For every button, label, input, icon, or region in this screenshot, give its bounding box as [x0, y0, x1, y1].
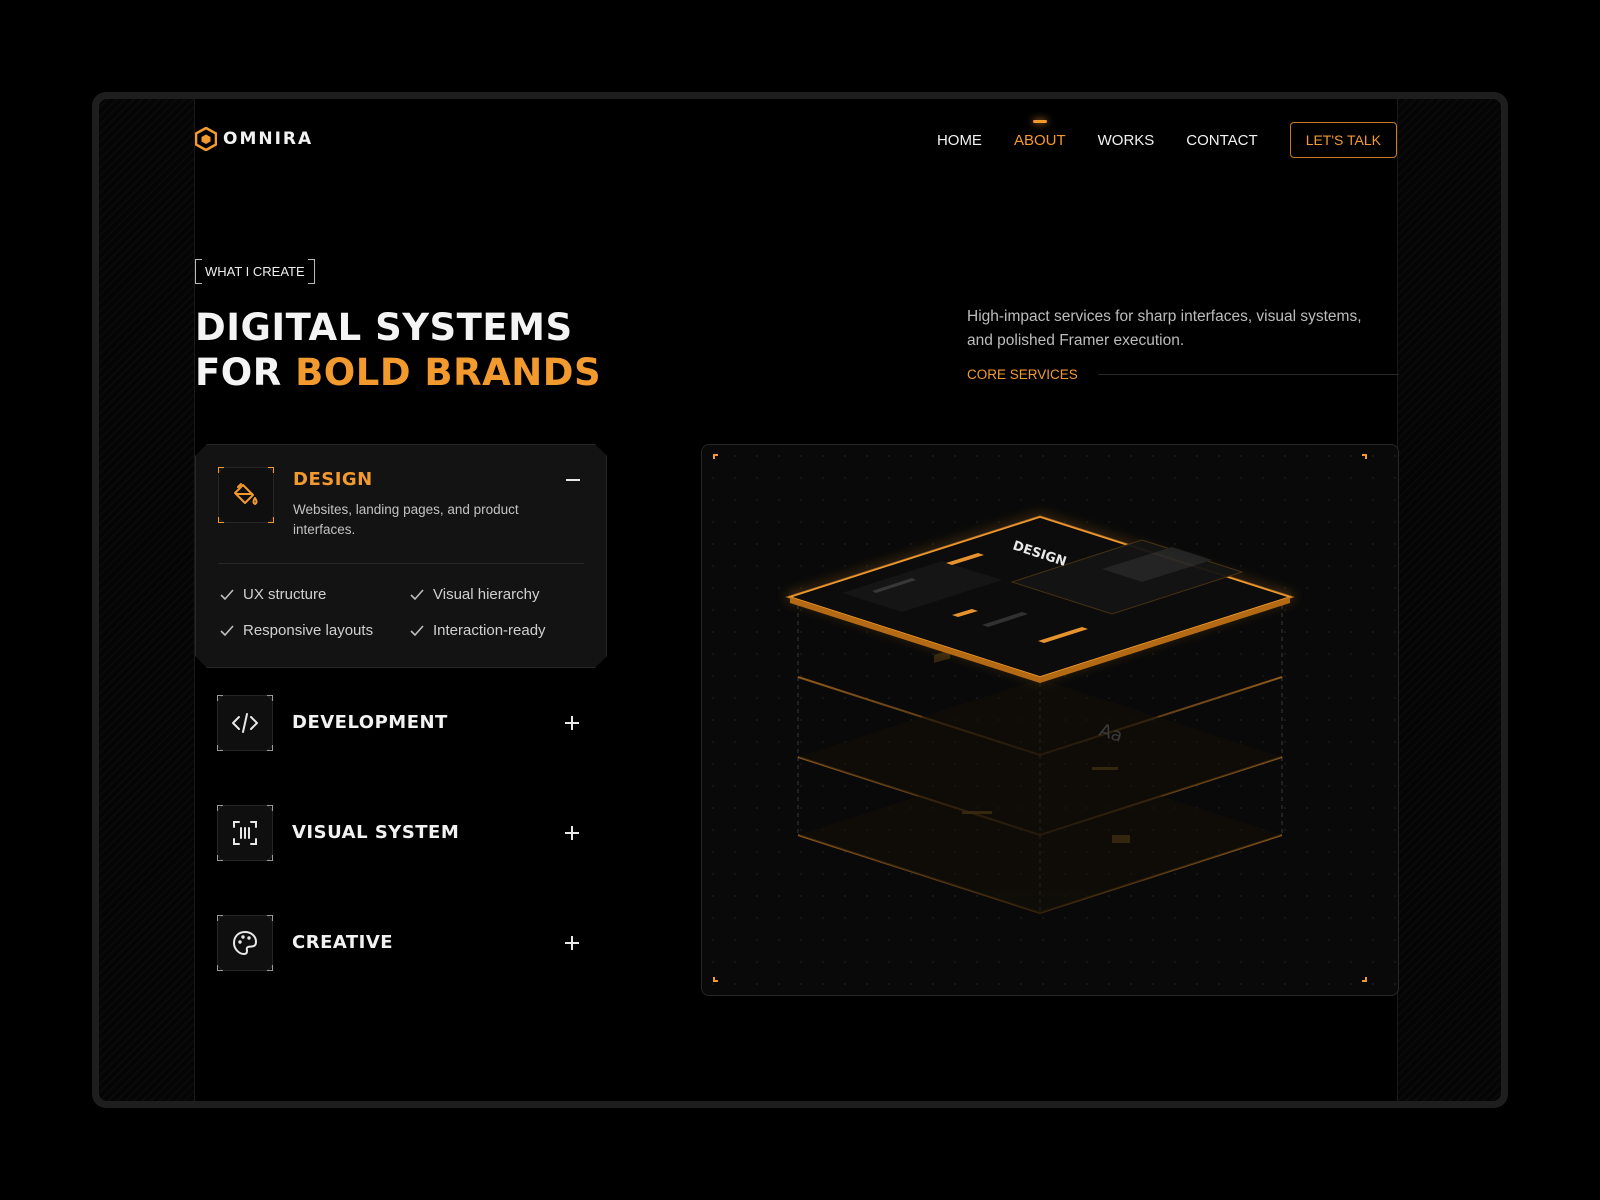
page-title: DIGITAL SYSTEMS FOR BOLD BRANDS	[195, 305, 601, 395]
nav-item-works[interactable]: WORKS	[1098, 132, 1155, 149]
core-services-label[interactable]: CORE SERVICES	[967, 367, 1078, 382]
code-icon	[232, 713, 258, 733]
check-icon	[410, 588, 424, 600]
page-container: OMNIRA HOME ABOUT WORKS CONTACT LET'S TA…	[194, 99, 1399, 1101]
collapse-toggle-design[interactable]	[566, 473, 580, 487]
service-card-design[interactable]: DESIGN Websites, landing pages, and prod…	[195, 444, 607, 668]
paint-bucket-icon	[234, 483, 258, 505]
hexagon-logo-icon	[195, 127, 217, 151]
isometric-layers-illustration: Aa DESIGN	[713, 454, 1367, 982]
intro-text: High-impact services for sharp interface…	[967, 308, 1362, 349]
feature-item: UX structure	[220, 586, 326, 603]
divider	[218, 563, 584, 564]
brand-name: OMNIRA	[223, 129, 314, 149]
expand-toggle-development[interactable]	[565, 716, 579, 730]
device-frame: OMNIRA HOME ABOUT WORKS CONTACT LET'S TA…	[92, 92, 1508, 1108]
headline-accent: BOLD BRANDS	[295, 351, 602, 394]
check-icon	[220, 588, 234, 600]
check-icon	[220, 624, 234, 636]
service-title-development[interactable]: DEVELOPMENT	[292, 712, 448, 733]
headline-line-1: DIGITAL SYSTEMS	[195, 306, 573, 349]
expand-toggle-creative[interactable]	[565, 936, 579, 950]
visual-system-icon-box[interactable]	[217, 805, 273, 861]
brand-logo[interactable]: OMNIRA	[195, 127, 313, 151]
screen: OMNIRA HOME ABOUT WORKS CONTACT LET'S TA…	[99, 99, 1501, 1101]
development-icon-box[interactable]	[217, 695, 273, 751]
feature-label: UX structure	[243, 586, 327, 603]
main-nav: HOME ABOUT WORKS CONTACT LET'S TALK	[937, 119, 1397, 158]
feature-item: Responsive layouts	[220, 622, 373, 639]
headline-line-2-prefix: FOR	[195, 351, 296, 394]
nav-item-about[interactable]: ABOUT	[1014, 119, 1066, 149]
service-title-creative[interactable]: CREATIVE	[292, 932, 393, 953]
feature-label: Interaction-ready	[433, 622, 546, 639]
scan-bars-icon	[233, 821, 257, 845]
palette-icon	[233, 931, 257, 955]
lets-talk-button[interactable]: LET'S TALK	[1289, 122, 1397, 158]
service-description-design: Websites, landing pages, and product int…	[293, 502, 519, 537]
core-services-row: CORE SERVICES	[967, 367, 1399, 382]
check-icon	[410, 624, 424, 636]
service-title-design: DESIGN	[293, 469, 373, 490]
feature-label: Visual hierarchy	[433, 586, 540, 603]
nav-item-home[interactable]: HOME	[937, 132, 982, 149]
divider	[1097, 374, 1399, 375]
feature-item: Interaction-ready	[410, 622, 546, 639]
nav-item-contact[interactable]: CONTACT	[1186, 132, 1257, 149]
feature-item: Visual hierarchy	[410, 586, 539, 603]
design-icon-box	[218, 467, 274, 523]
creative-icon-box[interactable]	[217, 915, 273, 971]
section-tag: WHAT I CREATE	[195, 259, 315, 284]
service-title-visual-system[interactable]: VISUAL SYSTEM	[292, 822, 459, 843]
service-preview-panel: Aa DESIGN	[701, 444, 1399, 996]
expand-toggle-visual-system[interactable]	[565, 826, 579, 840]
feature-label: Responsive layouts	[243, 622, 374, 639]
